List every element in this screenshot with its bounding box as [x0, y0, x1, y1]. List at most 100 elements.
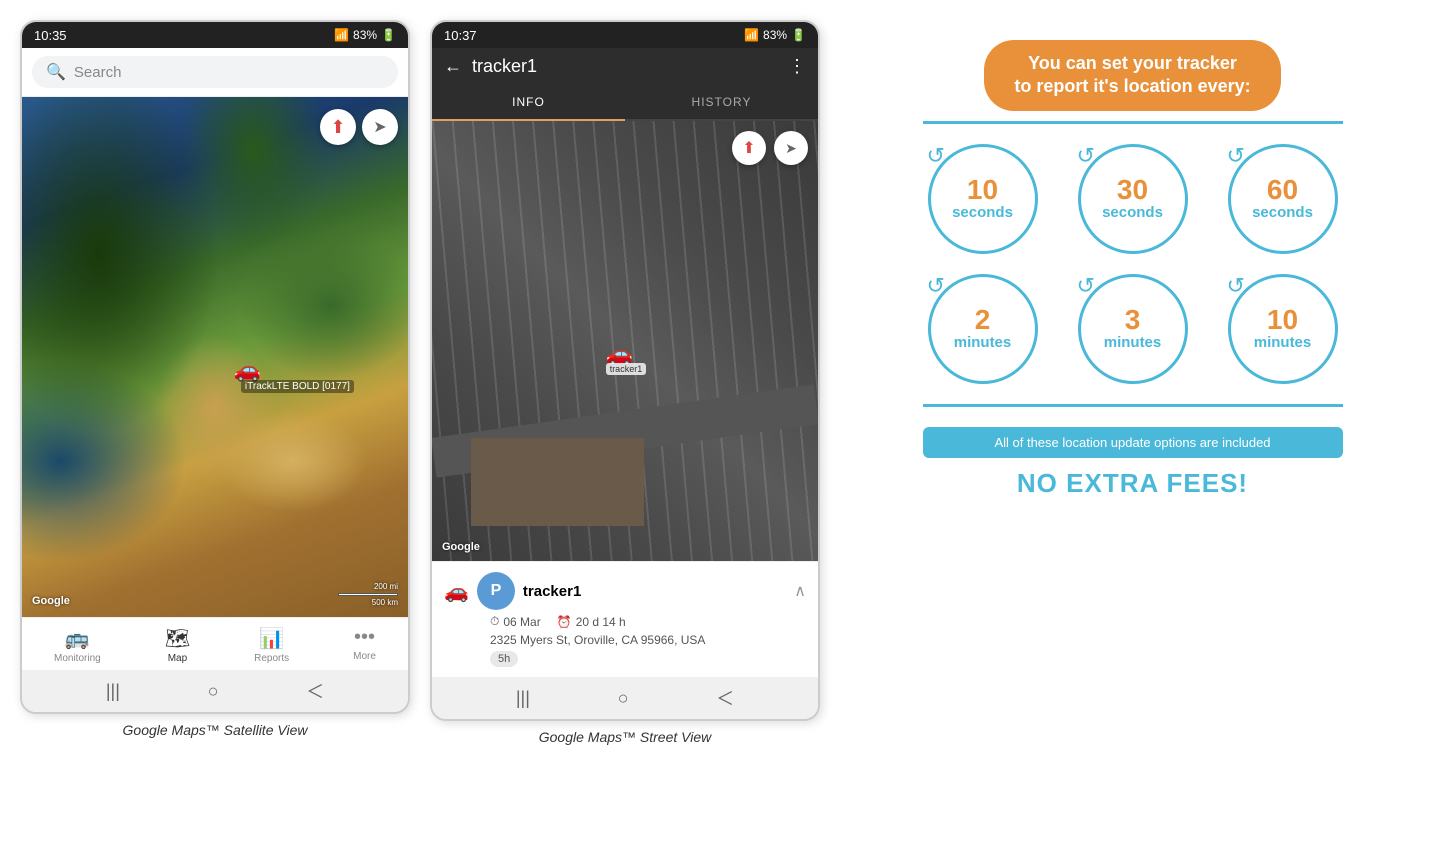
scale-text-1: 200 mi	[374, 582, 398, 591]
compass-button[interactable]: ⬆	[320, 109, 356, 145]
number-2m: 2	[975, 306, 991, 334]
arrow-2m: ↺	[927, 273, 945, 299]
phone1-mockup: 10:35 📶 83% 🔋 🔍 Search ⬆ ➤ 🚗 iTra	[20, 20, 410, 714]
phone1-bottom-nav: 🚌 Monitoring 🗺 Map 📊 Reports ••• More	[22, 617, 408, 670]
compass-button-2[interactable]: ⬆	[732, 131, 766, 165]
number-30s: 30	[1117, 176, 1148, 204]
map-icon: 🗺	[165, 626, 190, 651]
search-placeholder: Search	[74, 64, 122, 81]
phone1-battery-icon: 🔋	[381, 28, 396, 42]
menu-button[interactable]: ⋮	[788, 56, 806, 77]
tracker-avatar-letter: P	[491, 582, 502, 600]
interval-2m: ↺ 2 minutes	[923, 274, 1043, 384]
arrow-30s: ↺	[1077, 143, 1095, 169]
headline-text: You can set your trackerto report it's l…	[1014, 53, 1250, 96]
location-button[interactable]: ➤	[362, 109, 398, 145]
home-bar-lines: |||	[106, 681, 120, 702]
blue-divider-top	[923, 121, 1343, 124]
circle-3m: ↺ 3 minutes	[1078, 274, 1188, 384]
search-icon: 🔍	[46, 62, 66, 82]
nav-monitoring-label: Monitoring	[54, 653, 101, 664]
info-headline: You can set your trackerto report it's l…	[984, 40, 1280, 111]
tracker-duration-item: ⏰ 20 d 14 h	[557, 614, 626, 629]
unit-10m: minutes	[1254, 334, 1312, 351]
nav-reports-label: Reports	[254, 653, 289, 664]
phone1-home-bar: ||| ○ ＜	[22, 670, 408, 712]
number-10m: 10	[1267, 306, 1298, 334]
building	[471, 438, 645, 526]
circle-60s: ↺ 60 seconds	[1228, 144, 1338, 254]
tracker-address: 2325 Myers St, Oroville, CA 95966, USA	[490, 633, 806, 647]
compass-icon-2: ⬆	[742, 138, 755, 158]
number-3m: 3	[1125, 306, 1141, 334]
phone1-time: 10:35	[34, 28, 67, 43]
number-60s: 60	[1267, 176, 1298, 204]
tracker-badge: 5h	[490, 651, 518, 667]
tracker-info-panel: 🚗 P tracker1 ∧ ⏱ 06 Mar ⏰ 20 d 14 h 2325…	[432, 561, 818, 677]
tracker-label: iTrackLTE BOLD [0177]	[241, 380, 354, 393]
included-box: All of these location update options are…	[923, 427, 1343, 458]
collapse-button[interactable]: ∧	[794, 581, 806, 601]
info-panel: You can set your trackerto report it's l…	[840, 20, 1425, 519]
tracker1-map-label: tracker1	[606, 363, 647, 375]
circle-10m: ↺ 10 minutes	[1228, 274, 1338, 384]
monitoring-icon: 🚌	[65, 626, 90, 651]
search-box[interactable]: 🔍 Search	[32, 56, 398, 88]
blue-divider-bottom	[923, 404, 1343, 407]
interval-10s: ↺ 10 seconds	[923, 144, 1043, 254]
tab-info-label: INFO	[512, 95, 545, 109]
phone2-caption: Google Maps™ Street View	[539, 729, 712, 745]
nav-more[interactable]: ••• More	[345, 624, 384, 666]
map-scale: 200 mi 500 km	[338, 582, 398, 607]
tracker-date: 06 Mar	[503, 615, 540, 629]
included-text: All of these location update options are…	[994, 435, 1270, 450]
unit-3m: minutes	[1104, 334, 1162, 351]
home-bar-back: ＜	[306, 678, 324, 704]
map-satellite-view[interactable]: ⬆ ➤ 🚗 iTrackLTE BOLD [0177] Google 200 m…	[22, 97, 408, 617]
unit-30s: seconds	[1102, 204, 1163, 221]
interval-10m: ↺ 10 minutes	[1223, 274, 1343, 384]
interval-3m: ↺ 3 minutes	[1073, 274, 1193, 384]
circle-2m: ↺ 2 minutes	[928, 274, 1038, 384]
clock-icon: ⏱	[490, 614, 499, 629]
home-bar-lines-2: |||	[516, 688, 530, 709]
google-watermark-1: Google	[32, 595, 70, 607]
unit-60s: seconds	[1252, 204, 1313, 221]
phone2-mockup: 10:37 📶 83% 🔋 ← tracker1 ⋮ INFO HISTORY	[430, 20, 820, 721]
phone1-search-bar: 🔍 Search	[22, 48, 408, 97]
location-icon-2: ➤	[785, 140, 797, 157]
arrow-60s: ↺	[1227, 143, 1245, 169]
interval-circles-grid: ↺ 10 seconds ↺ 30 seconds ↺ 60 seconds ↺…	[923, 144, 1343, 384]
tracker-duration: 20 d 14 h	[576, 615, 626, 629]
phone2-header: ← tracker1 ⋮	[432, 48, 818, 85]
back-button[interactable]: ←	[444, 56, 462, 77]
more-icon: •••	[354, 626, 375, 649]
tab-history[interactable]: HISTORY	[625, 85, 818, 119]
location-icon: ➤	[373, 117, 386, 137]
phone1-battery: 83%	[353, 28, 377, 42]
tracker-avatar: P	[477, 572, 515, 610]
nav-map[interactable]: 🗺 Map	[157, 624, 198, 666]
circle-10s: ↺ 10 seconds	[928, 144, 1038, 254]
map-background	[22, 97, 408, 617]
tab-history-label: HISTORY	[692, 95, 752, 109]
home-bar-circle: ○	[208, 681, 219, 702]
tab-info[interactable]: INFO	[432, 85, 625, 121]
scale-text-2: 500 km	[372, 598, 398, 607]
timer-icon: ⏰	[557, 615, 572, 629]
nav-monitoring[interactable]: 🚌 Monitoring	[46, 624, 109, 666]
home-bar-back-2: ＜	[716, 685, 734, 711]
number-10s: 10	[967, 176, 998, 204]
tracker-date-item: ⏱ 06 Mar	[490, 614, 541, 629]
no-fees-text: NO EXTRA FEES!	[1017, 468, 1248, 499]
compass-icon: ⬆	[330, 117, 345, 138]
phone2-status-bar: 10:37 📶 83% 🔋	[432, 22, 818, 48]
location-button-2[interactable]: ➤	[774, 131, 808, 165]
tracker-name-big: tracker1	[523, 583, 786, 600]
tracker-car-icon: 🚗	[444, 579, 469, 604]
unit-2m: minutes	[954, 334, 1012, 351]
phone2-battery: 83%	[763, 28, 787, 42]
map-aerial-view[interactable]: 🚗 tracker1 ⬆ ➤ Google	[432, 121, 818, 561]
home-bar-circle-2: ○	[618, 688, 629, 709]
nav-reports[interactable]: 📊 Reports	[246, 624, 297, 666]
